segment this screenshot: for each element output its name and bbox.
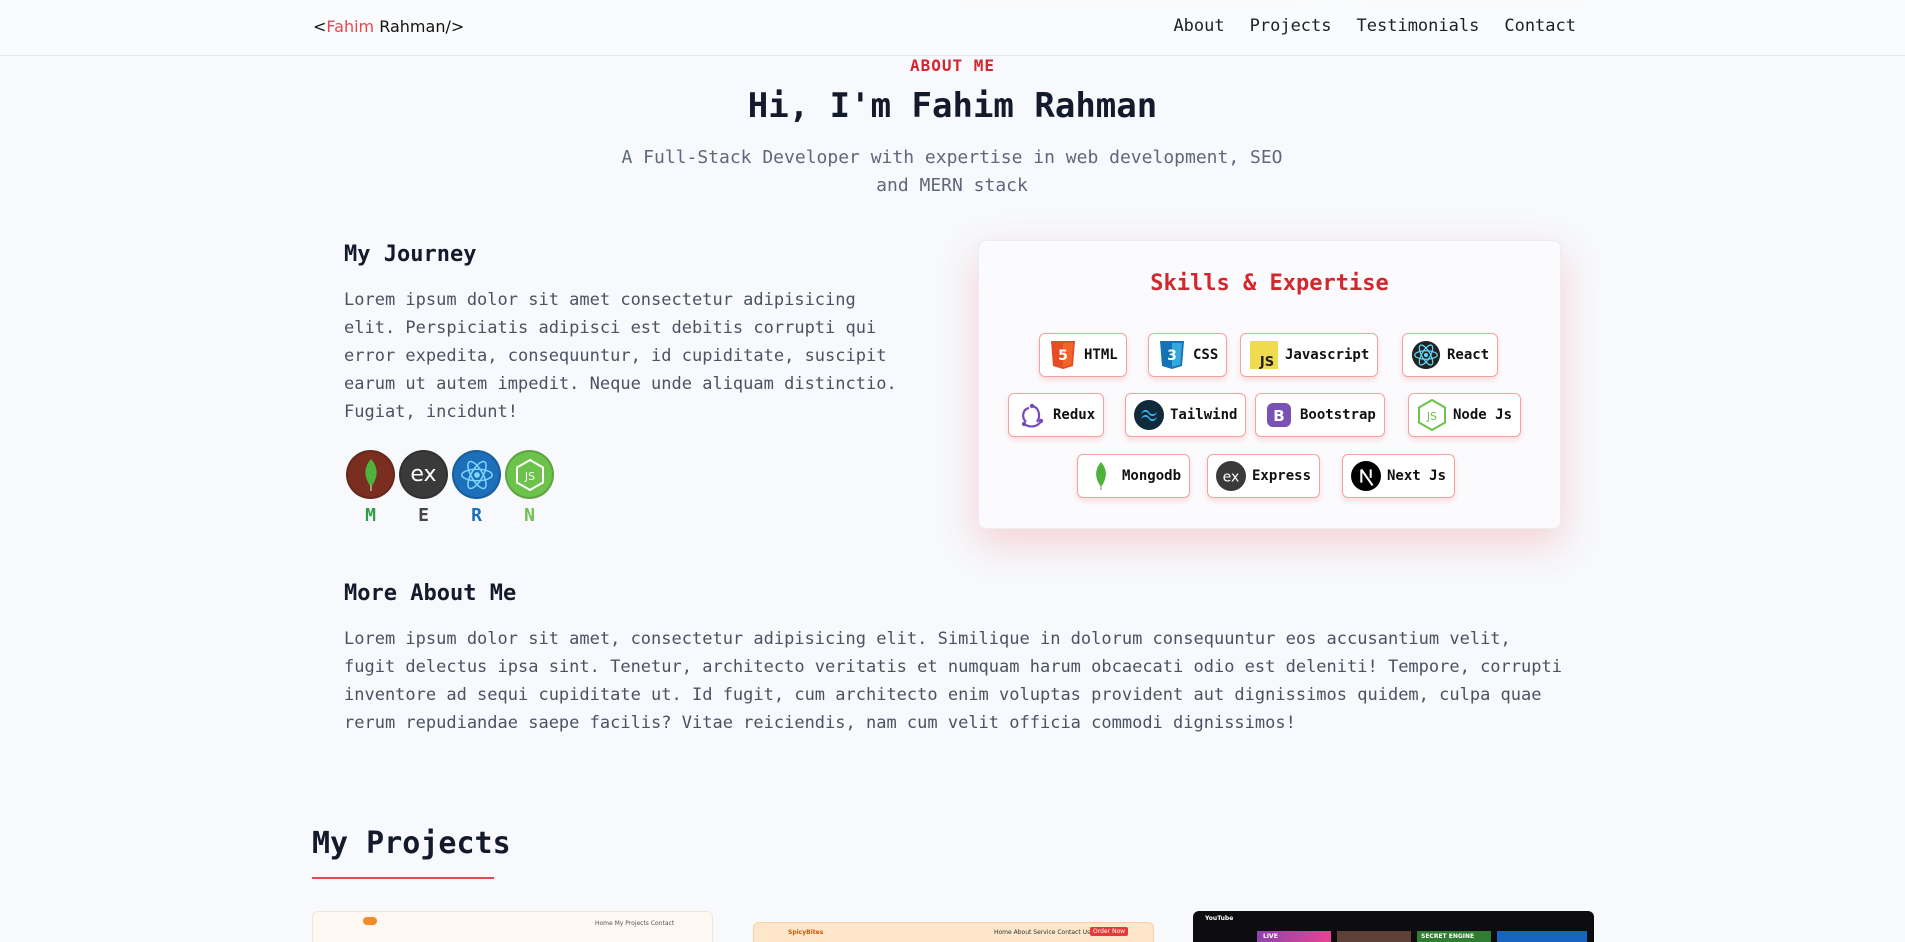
mern-stack: M ex E R JS N xyxy=(346,450,554,526)
react-icon xyxy=(1411,340,1441,370)
skill-chip-html: 5 HTML xyxy=(1039,333,1127,377)
skill-label: CSS xyxy=(1193,347,1219,363)
svg-text:JS: JS xyxy=(1426,410,1437,423)
mongodb-icon xyxy=(346,450,395,499)
project-preview-nav: Home My Projects Contact xyxy=(595,920,675,927)
skill-chip-css: 3 CSS xyxy=(1148,333,1228,377)
site-logo[interactable]: <Fahim Rahman/> xyxy=(313,17,464,36)
project-card[interactable]: YouTube LIVE SECRET ENGINE xyxy=(1193,911,1594,942)
mern-letter: N xyxy=(524,505,535,526)
skill-label: Tailwind xyxy=(1170,407,1238,423)
nodejs-icon: JS xyxy=(1417,399,1447,431)
section-eyebrow: ABOUT ME xyxy=(909,56,996,75)
svg-text:JS: JS xyxy=(1259,355,1274,369)
journey-title: My Journey xyxy=(344,242,477,267)
mern-letter: M xyxy=(365,505,376,526)
skill-chip-react: React xyxy=(1402,333,1499,377)
skills-title: Skills & Expertise xyxy=(1150,271,1389,296)
project-preview-thumb xyxy=(1337,931,1411,942)
project-preview-nav: Home About Service Contact Us xyxy=(994,929,1091,936)
project-preview-banner: SECRET ENGINE xyxy=(1421,933,1475,940)
svg-text:B: B xyxy=(1273,407,1284,425)
project-preview-cta: Order Now xyxy=(1090,927,1129,936)
skills-card: Skills & Expertise 5 HTML 3 CSS JS Javas… xyxy=(978,240,1561,529)
skill-chip-express: ex Express xyxy=(1207,454,1321,498)
more-about-title: More About Me xyxy=(344,581,517,606)
redux-icon xyxy=(1017,400,1047,430)
skill-chip-nextjs: Next Js xyxy=(1342,454,1456,498)
html5-icon: 5 xyxy=(1048,340,1078,370)
skill-label: Next Js xyxy=(1387,468,1447,484)
project-logo-icon xyxy=(363,917,377,925)
svg-text:5: 5 xyxy=(1058,348,1068,364)
skill-chip-nodejs: JS Node Js xyxy=(1408,393,1522,437)
express-icon: ex xyxy=(399,450,448,499)
skill-label: React xyxy=(1447,347,1490,363)
project-preview-badge: LIVE xyxy=(1263,933,1278,940)
mern-item-e: ex E xyxy=(399,450,448,526)
svg-text:3: 3 xyxy=(1167,348,1177,364)
nav-link-testimonials[interactable]: Testimonials xyxy=(1357,16,1480,36)
project-card[interactable]: SpicyBites Home About Service Contact Us… xyxy=(753,922,1154,942)
mern-item-m: M xyxy=(346,450,395,526)
projects-underline xyxy=(312,877,494,879)
skill-chip-bootstrap: B Bootstrap xyxy=(1255,393,1385,437)
journey-text: Lorem ipsum dolor sit amet consectetur a… xyxy=(344,290,897,422)
nextjs-icon xyxy=(1351,461,1381,491)
nav-link-contact[interactable]: Contact xyxy=(1504,16,1576,36)
skill-label: HTML xyxy=(1084,347,1118,363)
about-title: Hi, I'm Fahim Rahman xyxy=(747,86,1158,126)
project-preview-brand: YouTube xyxy=(1205,915,1234,922)
skill-label: Mongodb xyxy=(1122,468,1182,484)
nodejs-icon: JS xyxy=(505,450,554,499)
logo-first-name: Fahim xyxy=(326,17,375,36)
logo-rest: Rahman/> xyxy=(374,17,465,36)
more-about-text: Lorem ipsum dolor sit amet, consectetur … xyxy=(344,629,1562,733)
mern-item-r: R xyxy=(452,450,501,526)
about-subtitle: A Full-Stack Developer with expertise in… xyxy=(621,147,1283,196)
css3-icon: 3 xyxy=(1157,340,1187,370)
projects-title: My Projects xyxy=(312,826,511,861)
javascript-icon: JS xyxy=(1249,340,1279,370)
bootstrap-icon: B xyxy=(1264,400,1294,430)
skill-label: Express xyxy=(1252,468,1312,484)
nav-links: About Projects Testimonials Contact xyxy=(1173,16,1576,36)
express-icon: ex xyxy=(1216,461,1246,491)
skill-label: Redux xyxy=(1053,407,1096,423)
skill-label: Javascript xyxy=(1285,347,1370,363)
nav-link-projects[interactable]: Projects xyxy=(1250,16,1332,36)
react-icon xyxy=(452,450,501,499)
skill-label: Bootstrap xyxy=(1300,407,1376,423)
mongodb-icon xyxy=(1086,461,1116,491)
project-preview-brand: SpicyBites xyxy=(788,929,824,936)
skill-chip-mongodb: Mongodb xyxy=(1077,454,1191,498)
skill-chip-redux: Redux xyxy=(1008,393,1105,437)
logo-prefix: < xyxy=(313,17,327,36)
skill-chip-javascript: JS Javascript xyxy=(1240,333,1379,377)
svg-text:ex: ex xyxy=(1223,470,1240,486)
svg-text:JS: JS xyxy=(523,470,534,483)
project-card[interactable]: Home My Projects Contact xyxy=(312,911,713,942)
project-preview-thumb xyxy=(1497,931,1587,942)
skill-chip-tailwind: Tailwind xyxy=(1125,393,1247,437)
mern-item-n: JS N xyxy=(505,450,554,526)
navbar: <Fahim Rahman/> About Projects Testimoni… xyxy=(0,0,1905,56)
tailwind-icon xyxy=(1134,400,1164,430)
nav-link-about[interactable]: About xyxy=(1173,16,1224,36)
skill-label: Node Js xyxy=(1453,407,1513,423)
mern-letter: R xyxy=(471,505,482,526)
mern-letter: E xyxy=(418,505,429,526)
